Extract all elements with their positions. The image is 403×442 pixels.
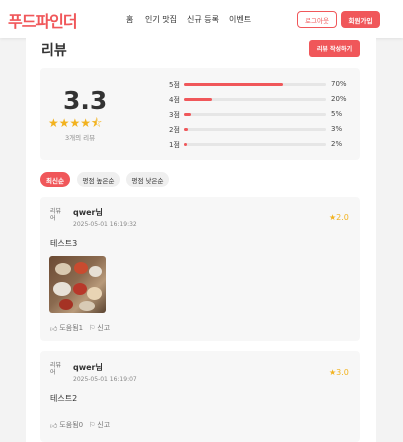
dist-pct-1: 2% [331,140,343,148]
dist-label-3: 3점 [169,111,180,119]
reviewer-avatar: 리뷰어 [50,362,62,376]
flag-icon: ⚐ [89,324,96,332]
dist-fill-4 [184,98,213,101]
flag-icon: ⚐ [89,421,96,429]
helpful-count: 도움됨0 [59,421,84,429]
dist-bar-3 [184,113,326,116]
review-rating: ★3.0 [329,368,349,377]
dist-bar-2 [184,128,326,131]
sort-latest[interactable]: 최신순 [40,172,70,187]
photo-dish [53,282,71,296]
nav-home[interactable]: 홈 [126,14,133,25]
review-count: 3개의 리뷰 [65,134,96,142]
review-date: 2025-05-01 16:19:07 [73,376,137,383]
reviewer-name: qwer님 [73,363,103,372]
dist-fill-5 [184,83,284,86]
review-rating: ★2.0 [329,213,349,222]
report-button[interactable]: ⚐ 신고 [89,323,110,333]
photo-dish [89,266,102,277]
dist-label-2: 2점 [169,126,180,134]
top-navigation-bar: 푸드파인더 홈 인기 맛집 신규 등록 이벤트 로그아웃 회원가입 [0,0,403,38]
review-rating-value: 3.0 [336,368,349,377]
review-date: 2025-05-01 16:19:32 [73,221,137,228]
logout-button[interactable]: 로그아웃 [297,11,337,28]
dist-fill-3 [184,113,192,116]
nav-events[interactable]: 이벤트 [229,14,251,25]
dist-fill-1 [184,143,187,146]
dist-bar-4 [184,98,326,101]
review-rating-value: 2.0 [336,213,349,222]
nav-new[interactable]: 신규 등록 [187,14,219,25]
photo-dish [79,301,95,311]
report-button[interactable]: ⚐ 신고 [89,420,110,430]
review-photo[interactable] [49,256,106,313]
site-logo[interactable]: 푸드파인더 [8,8,78,32]
dist-fill-2 [184,128,189,131]
dist-bar-1 [184,143,326,146]
report-label: 신고 [97,421,111,429]
review-text: 테스트2 [50,394,78,403]
reviews-title: 리뷰 [41,43,67,59]
dist-label-5: 5점 [169,81,180,89]
nav-popular[interactable]: 인기 맛집 [145,14,177,25]
reviewer-avatar: 리뷰어 [50,208,62,222]
thumbs-up-icon: 👍︎ [50,421,58,430]
photo-dish [55,263,71,275]
dist-label-4: 4점 [169,96,180,104]
dist-bar-5 [184,83,326,86]
review-text: 테스트3 [50,239,78,248]
dist-pct-4: 20% [331,95,347,103]
dist-label-1: 1점 [169,141,180,149]
helpful-button[interactable]: 👍︎ 도움됨1 [50,323,83,333]
sort-rating-low[interactable]: 평점 낮은순 [126,172,169,187]
photo-dish [73,283,87,295]
dist-pct-5: 70% [331,80,347,88]
photo-dish [74,262,88,274]
thumbs-up-icon: 👍︎ [50,324,58,333]
average-rating: 3.3 [63,86,108,115]
photo-dish [59,299,73,310]
helpful-count: 도움됨1 [59,324,84,332]
reviewer-name: qwer님 [73,208,103,217]
write-review-button[interactable]: 리뷰 작성하기 [309,40,360,57]
photo-dish [87,287,102,300]
dist-pct-2: 3% [331,125,343,133]
report-label: 신고 [97,324,111,332]
helpful-button[interactable]: 👍︎ 도움됨0 [50,420,83,430]
dist-pct-3: 5% [331,110,343,118]
signup-button[interactable]: 회원가입 [341,11,380,28]
sort-rating-high[interactable]: 평점 높은순 [77,172,120,187]
